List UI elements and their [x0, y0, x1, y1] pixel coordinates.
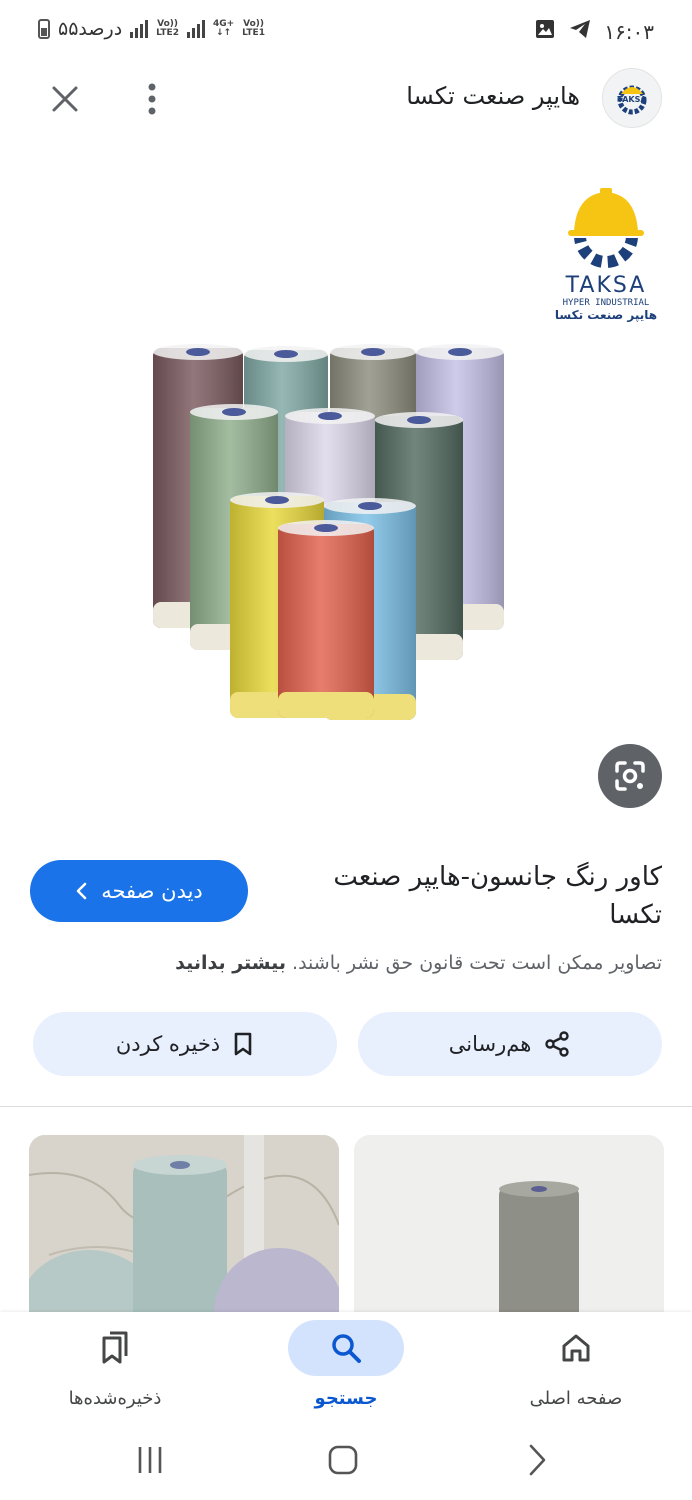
viewer-header: هایپر صنعت تکسا TAKSA [0, 64, 692, 134]
more-vert-icon [148, 83, 156, 115]
svg-text:HYPER INDUSTRIAL: HYPER INDUSTRIAL [563, 298, 650, 308]
roll-orange [278, 520, 374, 718]
result-title[interactable]: کاور رنگ جانسون-هایپر صنعت تکسا [282, 858, 662, 934]
signal-icon [186, 20, 205, 38]
learn-more-link[interactable]: بیشتر بدانید [175, 952, 286, 974]
recent-apps-button[interactable] [120, 1440, 180, 1480]
lens-search-button[interactable] [598, 744, 662, 808]
status-bar: ۵۵درصد Vo)) LTE2 4G+ ↓↑ Vo)) LTE1 ۱۶:۰۳ [0, 0, 692, 64]
status-right: ۱۶:۰۳ [534, 18, 654, 45]
section-divider [0, 1106, 692, 1107]
visit-page-button[interactable]: دیدن صفحه [30, 860, 248, 922]
save-button[interactable]: ذخیره کردن [33, 1012, 337, 1076]
network-tag-1: Vo)) LTE2 [156, 19, 179, 38]
save-label: ذخیره کردن [115, 1032, 221, 1056]
nav-search[interactable]: جستجو [246, 1320, 446, 1420]
related-image-1[interactable] [29, 1135, 339, 1315]
share-label: هم‌رسانی [448, 1032, 532, 1056]
status-left: ۵۵درصد Vo)) LTE2 4G+ ↓↑ Vo)) LTE1 [38, 18, 265, 40]
bottom-navigation: صفحه اصلی جستجو ذخیره‌شده‌ها [0, 1312, 692, 1420]
lens-icon [615, 761, 645, 791]
close-button[interactable] [44, 78, 86, 120]
copyright-text: تصاویر ممکن است تحت قانون حق نشر باشند. [292, 952, 662, 974]
related-image-2[interactable] [354, 1135, 664, 1315]
gallery-notification-icon [534, 18, 556, 45]
network-tag-3: Vo)) LTE1 [242, 19, 265, 38]
nav-search-icon-wrap [288, 1320, 404, 1376]
bookmark-icon [234, 1032, 252, 1056]
visit-label: دیدن صفحه [101, 879, 203, 903]
share-button[interactable]: هم‌رسانی [358, 1012, 662, 1076]
nav-saved-icon-wrap [57, 1320, 173, 1376]
home-icon [562, 1334, 590, 1362]
network-tag-2: 4G+ ↓↑ [212, 19, 235, 38]
saved-icon [102, 1331, 128, 1364]
nav-saved[interactable]: ذخیره‌شده‌ها [15, 1320, 215, 1420]
related-photo-2 [354, 1135, 664, 1315]
recents-icon [138, 1447, 162, 1473]
related-photo-1 [29, 1135, 339, 1315]
svg-text:هایپر صنعت تکسا: هایپر صنعت تکسا [555, 308, 657, 322]
site-name[interactable]: هایپر صنعت تکسا [406, 82, 580, 110]
home-system-button[interactable] [313, 1440, 373, 1480]
telegram-notification-icon [568, 18, 592, 45]
nav-home-icon-wrap [518, 1320, 634, 1376]
home-square-icon [328, 1445, 358, 1475]
clock: ۱۶:۰۳ [604, 19, 654, 44]
battery-text: ۵۵درصد [58, 18, 123, 40]
chevron-right-icon [529, 1444, 546, 1476]
site-favicon[interactable]: TAKSA [602, 68, 662, 128]
more-options-button[interactable] [132, 78, 172, 120]
system-navigation [0, 1420, 692, 1500]
taksa-logo: TAKSA HYPER INDUSTRIAL هایپر صنعت تکسا [546, 174, 666, 324]
nav-saved-label: ذخیره‌شده‌ها [68, 1388, 162, 1409]
share-icon [545, 1031, 569, 1057]
svg-text:TAKSA: TAKSA [617, 95, 647, 104]
svg-text:TAKSA: TAKSA [565, 273, 647, 298]
battery-icon [38, 19, 50, 39]
nav-home[interactable]: صفحه اصلی [476, 1320, 676, 1420]
chevron-left-icon [76, 882, 87, 900]
copyright-notice: تصاویر ممکن است تحت قانون حق نشر باشند. … [175, 952, 662, 974]
nav-search-label: جستجو [314, 1388, 378, 1409]
close-icon [52, 86, 78, 112]
main-image[interactable]: TAKSA HYPER INDUSTRIAL هایپر صنعت تکسا [0, 150, 692, 820]
taksa-favicon-icon: TAKSA [617, 85, 647, 115]
search-icon [332, 1334, 361, 1363]
back-system-button[interactable] [507, 1440, 567, 1480]
nav-home-label: صفحه اصلی [529, 1388, 623, 1409]
signal-icon [130, 20, 149, 38]
